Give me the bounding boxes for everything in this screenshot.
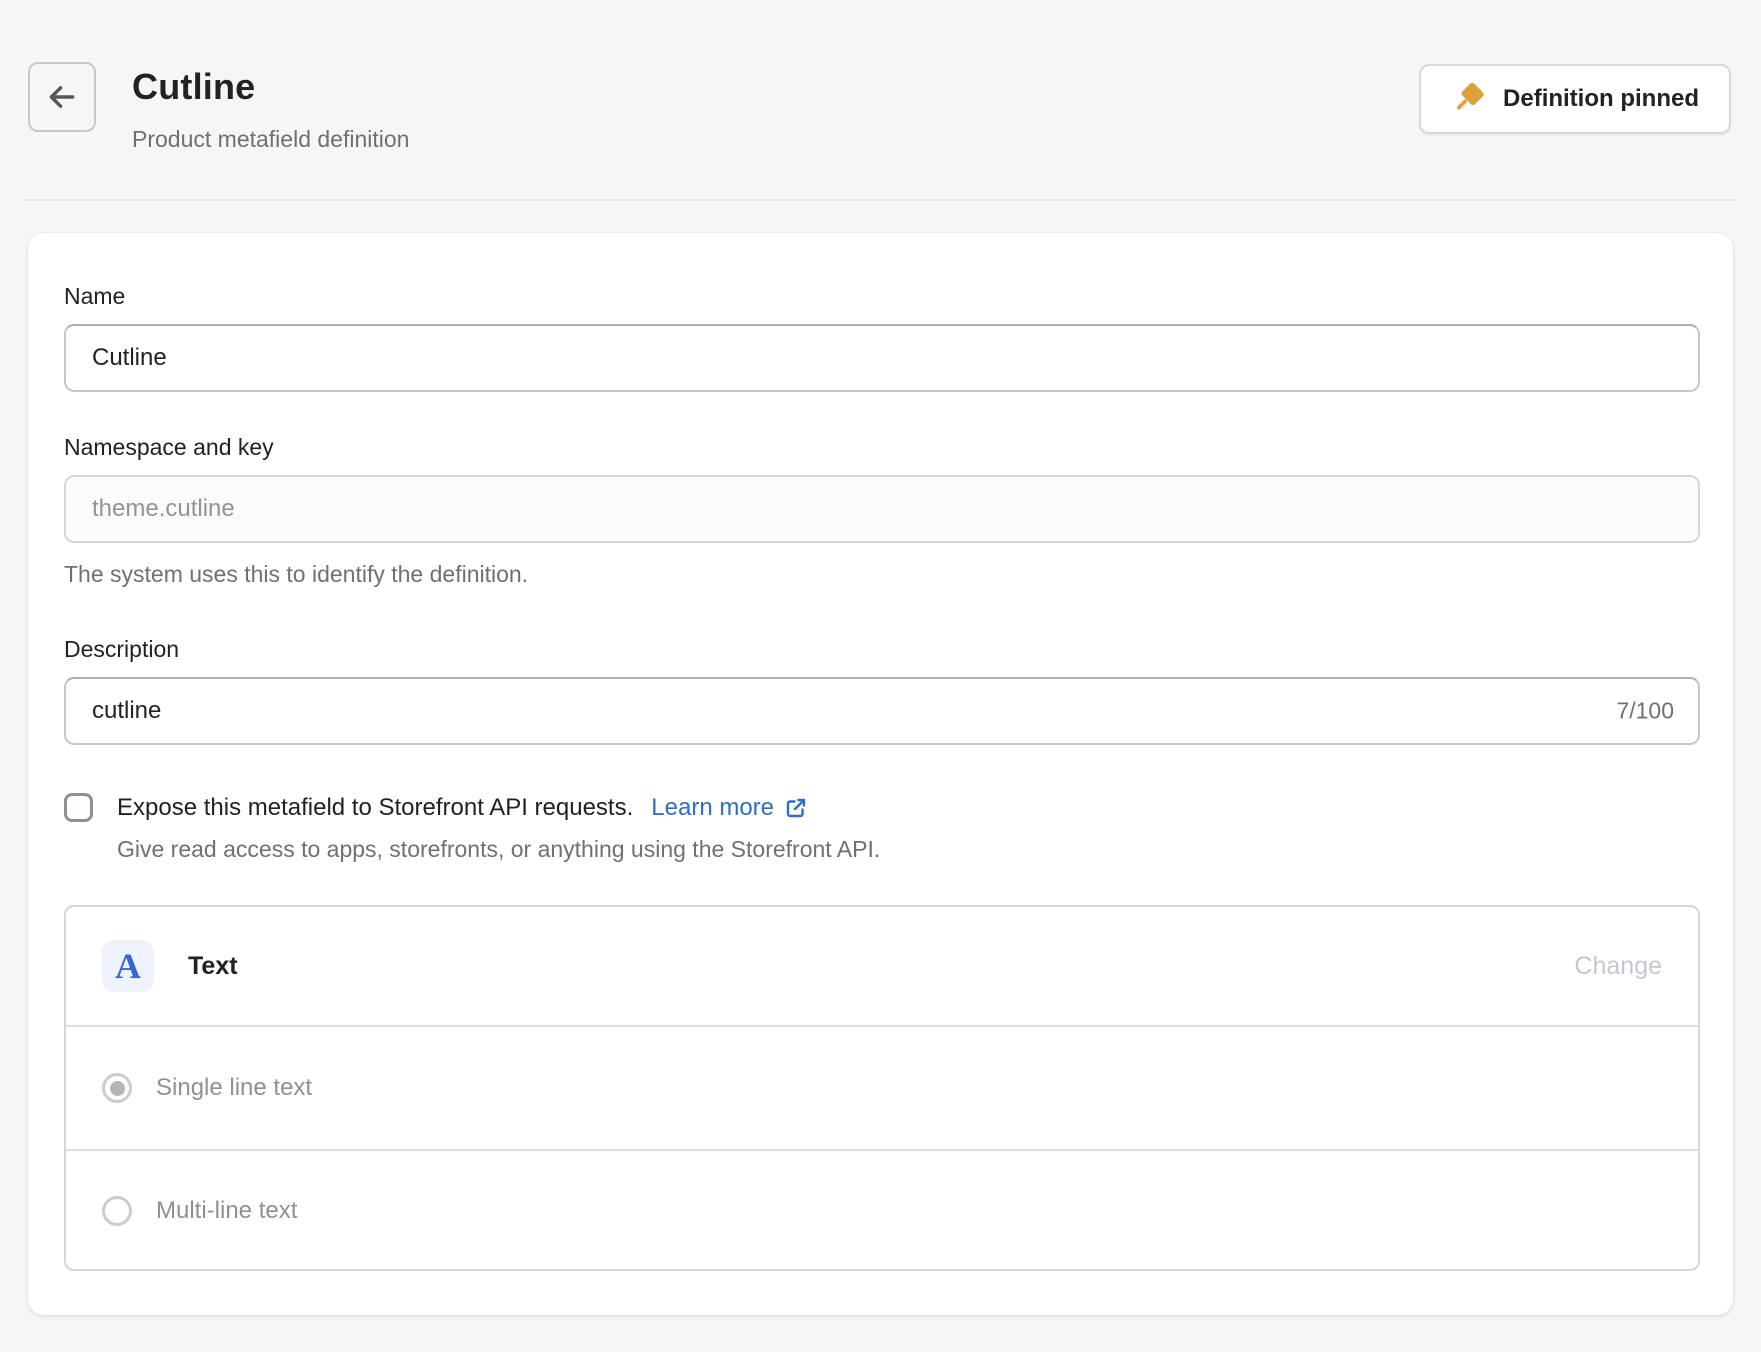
content-type-label: Text — [188, 952, 238, 981]
title-block: Cutline Product metafield definition — [132, 62, 409, 153]
change-type-button: Change — [1574, 952, 1662, 981]
description-input[interactable] — [64, 677, 1700, 745]
learn-more-link[interactable]: Learn more — [651, 794, 808, 822]
page-header: Cutline Product metafield definition Def… — [0, 0, 1761, 153]
namespace-input — [64, 475, 1700, 543]
namespace-help-text: The system uses this to identify the def… — [64, 561, 1700, 588]
name-label: Name — [64, 283, 1700, 310]
option-single-line-text[interactable]: Single line text — [66, 1027, 1698, 1149]
name-field-group: Name — [64, 283, 1700, 392]
description-label: Description — [64, 636, 1700, 663]
text-type-icon: A — [102, 940, 154, 992]
storefront-checkbox-label: Expose this metafield to Storefront API … — [117, 794, 633, 822]
radio-single-line-icon[interactable] — [102, 1073, 132, 1103]
page-subtitle: Product metafield definition — [132, 126, 409, 153]
back-button[interactable] — [28, 62, 96, 132]
learn-more-label: Learn more — [651, 794, 774, 822]
namespace-field-group: Namespace and key The system uses this t… — [64, 434, 1700, 588]
multi-line-label: Multi-line text — [156, 1197, 297, 1225]
namespace-label: Namespace and key — [64, 434, 1700, 461]
name-input[interactable] — [64, 324, 1700, 392]
storefront-checkbox-row: Expose this metafield to Storefront API … — [64, 793, 1700, 822]
single-line-label: Single line text — [156, 1074, 312, 1102]
content-type-box: A Text Change Single line text Multi-lin… — [64, 905, 1700, 1271]
external-link-icon — [784, 796, 808, 820]
metafield-definition-page: Cutline Product metafield definition Def… — [0, 0, 1761, 1352]
description-input-wrap: 7/100 — [64, 677, 1700, 745]
definition-form-card: Name Namespace and key The system uses t… — [28, 233, 1733, 1315]
definition-pinned-button[interactable]: Definition pinned — [1419, 64, 1731, 134]
radio-multi-line-icon[interactable] — [102, 1196, 132, 1226]
header-divider — [24, 199, 1737, 201]
definition-pinned-label: Definition pinned — [1503, 85, 1699, 113]
storefront-api-checkbox[interactable] — [64, 793, 93, 822]
character-counter: 7/100 — [1616, 698, 1674, 725]
arrow-left-icon — [45, 80, 79, 114]
option-multi-line-text[interactable]: Multi-line text — [66, 1149, 1698, 1271]
description-field-group: Description 7/100 — [64, 636, 1700, 745]
page-title: Cutline — [132, 66, 409, 108]
content-type-header: A Text Change — [66, 907, 1698, 1027]
storefront-help-text: Give read access to apps, storefronts, o… — [64, 836, 1700, 863]
storefront-checkbox-label-wrap: Expose this metafield to Storefront API … — [117, 794, 808, 822]
pin-icon — [1451, 81, 1487, 117]
